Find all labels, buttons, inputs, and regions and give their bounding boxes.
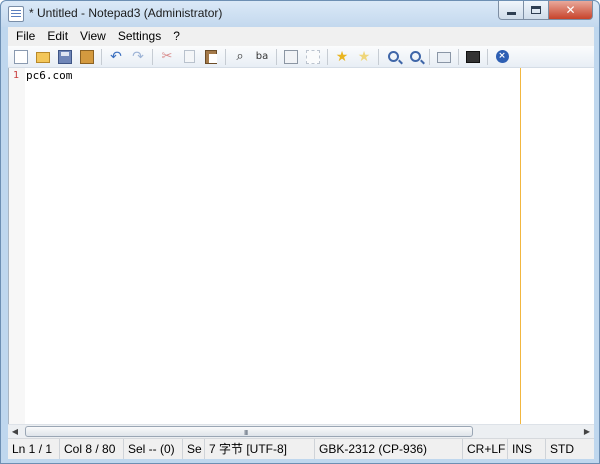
exit-button[interactable]: × bbox=[492, 47, 512, 67]
line-number: 1 bbox=[13, 70, 20, 81]
maximize-button[interactable] bbox=[524, 1, 549, 20]
scrollbar-grip-icon: III bbox=[244, 429, 248, 437]
exit-icon: × bbox=[495, 50, 509, 63]
zoom-out-button[interactable] bbox=[405, 47, 425, 67]
save-as-button[interactable] bbox=[77, 47, 97, 67]
toolbar-separator bbox=[101, 48, 102, 65]
redo-button[interactable]: ↷ bbox=[128, 47, 148, 67]
scroll-left-icon[interactable]: ◀ bbox=[8, 425, 22, 438]
toolbar-separator bbox=[152, 48, 153, 65]
word-wrap-icon bbox=[284, 49, 298, 64]
menu-view[interactable]: View bbox=[74, 27, 112, 46]
favorites-star-icon: ★ bbox=[335, 48, 349, 65]
undo-icon: ↶ bbox=[110, 48, 122, 65]
cut-icon: ✂ bbox=[161, 48, 173, 64]
horizontal-scrollbar[interactable]: ◀ III ▶ bbox=[8, 424, 594, 438]
copy-button[interactable] bbox=[179, 47, 199, 67]
status-column[interactable]: Col 8 / 80 bbox=[60, 439, 124, 459]
maximize-icon bbox=[531, 6, 541, 14]
menu-help[interactable]: ? bbox=[167, 27, 186, 46]
replace-icon: ba bbox=[255, 50, 269, 62]
status-selection[interactable]: Sel -- (0) bbox=[124, 439, 183, 459]
status-bytes-encoding[interactable]: 7 字节 [UTF-8] bbox=[205, 439, 315, 459]
toolbar-separator bbox=[327, 48, 328, 65]
copy-icon bbox=[183, 50, 195, 63]
find-button[interactable]: ⌕ bbox=[230, 47, 250, 67]
toolbar-separator bbox=[429, 48, 430, 65]
new-file-button[interactable] bbox=[11, 47, 31, 67]
new-file-icon bbox=[14, 49, 28, 64]
redo-icon: ↷ bbox=[132, 48, 144, 65]
editor-line-text[interactable]: pc6.com bbox=[26, 69, 72, 82]
window-title: * Untitled - Notepad3 (Administrator) bbox=[29, 6, 223, 20]
word-wrap-button[interactable] bbox=[281, 47, 301, 67]
application-window: * Untitled - Notepad3 (Administrator) ✕ … bbox=[0, 0, 600, 464]
toolbar-separator bbox=[225, 48, 226, 65]
status-bar: Ln 1 / 1 Col 8 / 80 Sel -- (0) Se 7 字节 [… bbox=[8, 438, 594, 459]
undo-button[interactable]: ↶ bbox=[106, 47, 126, 67]
status-eol[interactable]: CR+LF bbox=[463, 439, 508, 459]
disabled-tool-button[interactable] bbox=[303, 47, 323, 67]
toolbar: ↶ ↷ ✂ ⌕ ba ★ ★ × bbox=[8, 46, 594, 68]
open-file-button[interactable] bbox=[33, 47, 53, 67]
add-favorite-button[interactable]: ★ bbox=[354, 47, 374, 67]
close-icon: ✕ bbox=[565, 3, 576, 17]
minimize-button[interactable] bbox=[498, 1, 524, 20]
scrollbar-thumb[interactable]: III bbox=[25, 426, 473, 437]
paste-icon bbox=[205, 49, 217, 64]
view-scheme-button[interactable] bbox=[434, 47, 454, 67]
toolbar-separator bbox=[458, 48, 459, 65]
zoom-in-icon bbox=[387, 51, 399, 62]
editor-area[interactable]: 1 pc6.com bbox=[8, 68, 594, 424]
scroll-right-icon[interactable]: ▶ bbox=[580, 425, 594, 438]
status-line[interactable]: Ln 1 / 1 bbox=[8, 439, 60, 459]
replace-button[interactable]: ba bbox=[252, 47, 272, 67]
open-folder-icon bbox=[36, 52, 50, 63]
status-codepage[interactable]: GBK-2312 (CP-936) bbox=[315, 439, 463, 459]
status-se[interactable]: Se bbox=[183, 439, 205, 459]
line-number-gutter: 1 bbox=[9, 68, 25, 424]
paste-button[interactable] bbox=[201, 47, 221, 67]
minimize-icon bbox=[506, 11, 516, 15]
toolbar-separator bbox=[378, 48, 379, 65]
save-as-icon bbox=[80, 49, 94, 64]
console-icon bbox=[466, 51, 480, 63]
toolbar-separator bbox=[276, 48, 277, 65]
window-controls: ✕ bbox=[498, 1, 593, 20]
zoom-out-icon bbox=[409, 51, 421, 62]
save-button[interactable] bbox=[55, 47, 75, 67]
find-binoculars-icon: ⌕ bbox=[236, 48, 244, 64]
long-line-marker bbox=[520, 68, 521, 424]
add-favorite-star-icon: ★ bbox=[357, 48, 371, 65]
notepad-app-icon[interactable] bbox=[8, 6, 24, 22]
zoom-in-button[interactable] bbox=[383, 47, 403, 67]
cut-button[interactable]: ✂ bbox=[157, 47, 177, 67]
save-icon bbox=[58, 49, 72, 64]
console-button[interactable] bbox=[463, 47, 483, 67]
close-button[interactable]: ✕ bbox=[549, 1, 593, 20]
menu-settings[interactable]: Settings bbox=[112, 27, 167, 46]
view-scheme-icon bbox=[437, 52, 451, 63]
menu-bar: File Edit View Settings ? bbox=[8, 27, 594, 46]
toolbar-separator bbox=[487, 48, 488, 65]
title-bar[interactable]: * Untitled - Notepad3 (Administrator) ✕ bbox=[1, 1, 599, 27]
favorites-button[interactable]: ★ bbox=[332, 47, 352, 67]
status-insert-mode[interactable]: INS bbox=[508, 439, 546, 459]
disabled-tool-icon bbox=[306, 49, 320, 64]
menu-edit[interactable]: Edit bbox=[41, 27, 74, 46]
menu-file[interactable]: File bbox=[10, 27, 41, 46]
status-std[interactable]: STD bbox=[546, 439, 594, 459]
